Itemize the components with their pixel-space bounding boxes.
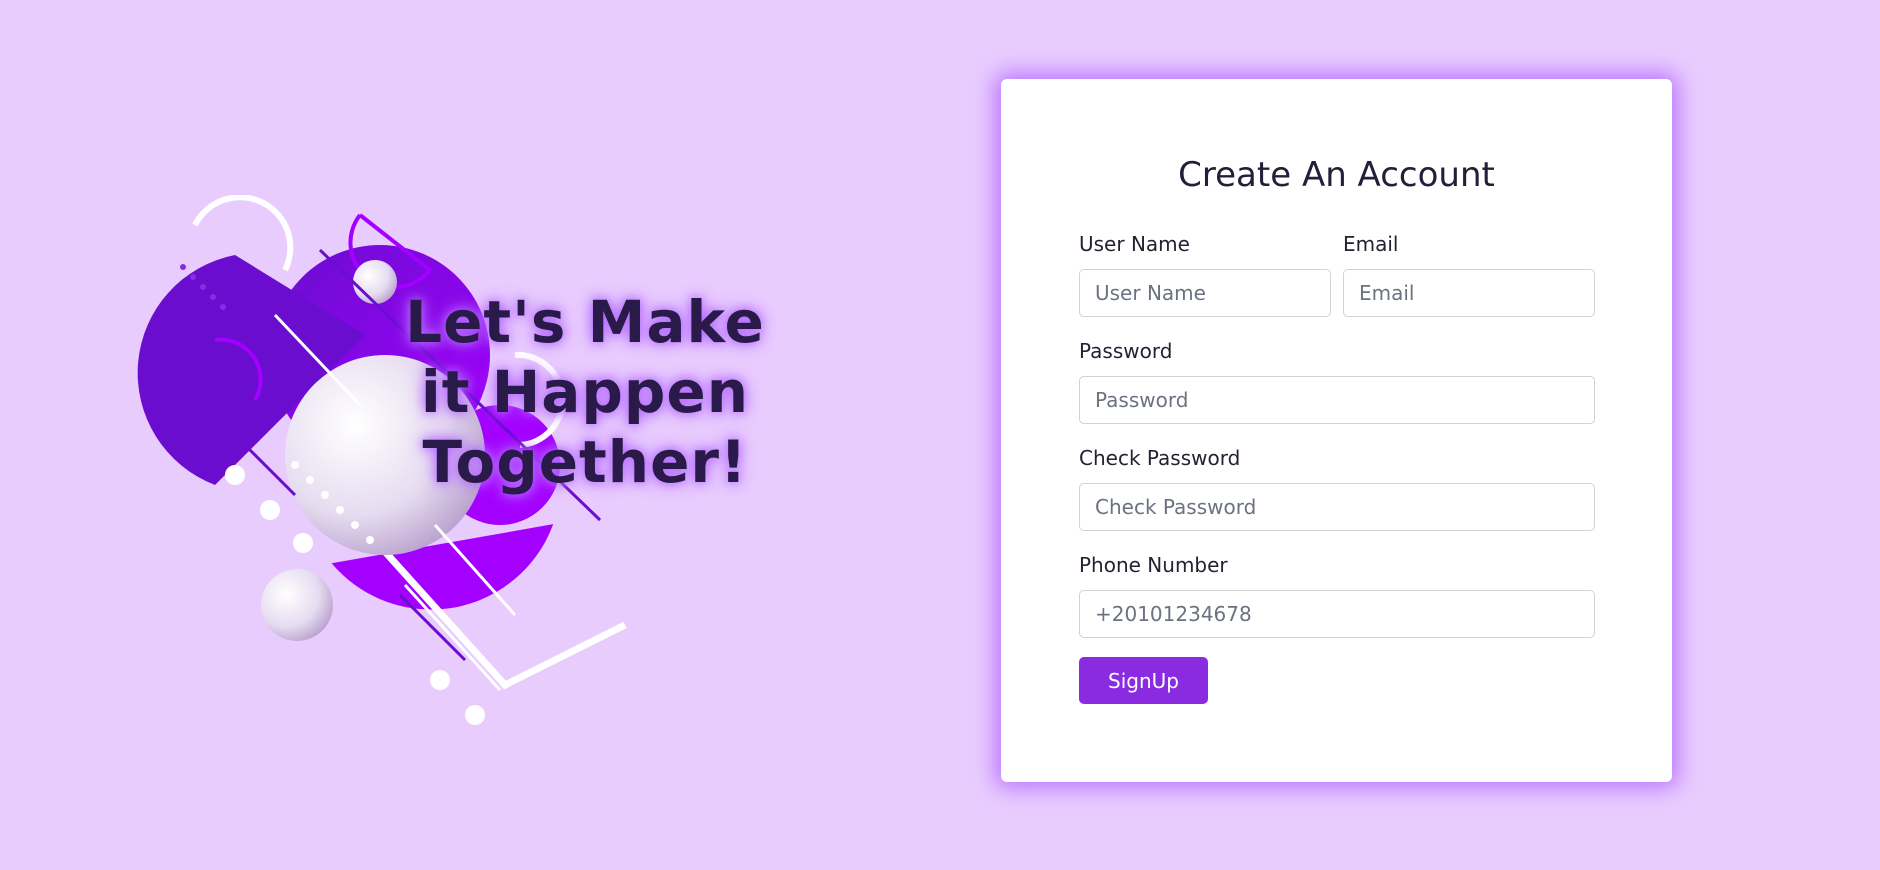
form-title: Create An Account bbox=[1178, 155, 1495, 195]
check-password-label: Check Password bbox=[1079, 446, 1241, 470]
signup-card: Create An Account User Name Email Passwo… bbox=[1001, 79, 1672, 782]
page: Let's Make it Happen Together! Create An… bbox=[0, 0, 1880, 870]
email-label: Email bbox=[1343, 232, 1399, 256]
username-label: User Name bbox=[1079, 232, 1190, 256]
email-input[interactable] bbox=[1343, 269, 1595, 317]
password-input[interactable] bbox=[1079, 376, 1595, 424]
slogan-line: Let's Make bbox=[405, 288, 765, 356]
hero-slogan: Let's Make it Happen Together! bbox=[405, 287, 765, 497]
username-input[interactable] bbox=[1079, 269, 1331, 317]
signup-button[interactable]: SignUp bbox=[1079, 657, 1208, 704]
slogan-line: Together! bbox=[422, 428, 748, 496]
slogan-line: it Happen bbox=[420, 358, 750, 426]
password-label: Password bbox=[1079, 339, 1173, 363]
check-password-input[interactable] bbox=[1079, 483, 1595, 531]
phone-label: Phone Number bbox=[1079, 553, 1228, 577]
hero-illustration: Let's Make it Happen Together! bbox=[135, 195, 764, 735]
phone-input[interactable] bbox=[1079, 590, 1595, 638]
